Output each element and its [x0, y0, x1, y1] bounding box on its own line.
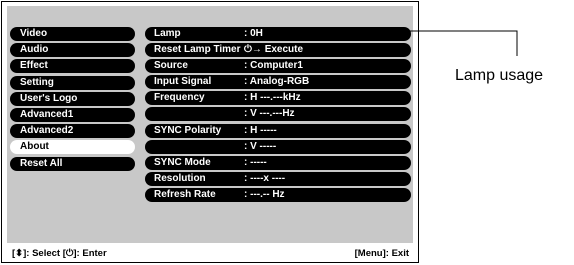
callout-leader-line: [402, 30, 518, 56]
callout-lamp-usage-label: Lamp usage: [455, 67, 544, 84]
